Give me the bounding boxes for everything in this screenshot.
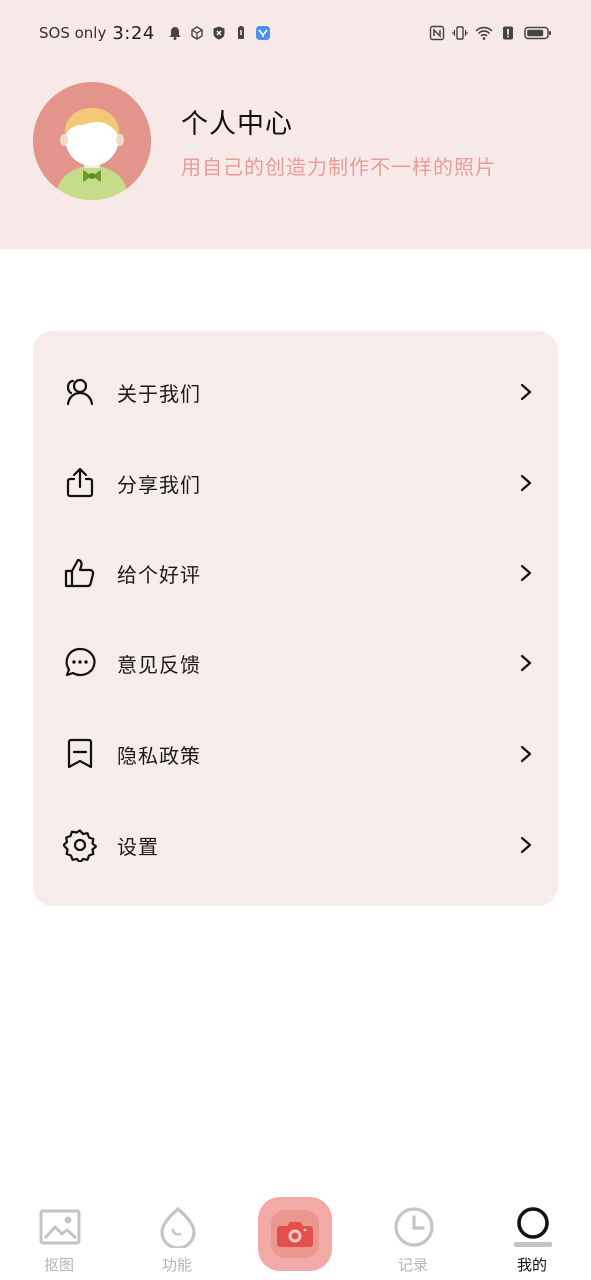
menu-item-label: 分享我们 [117, 472, 201, 497]
chevron-right-icon [520, 745, 532, 763]
page-title: 个人中心 [181, 109, 293, 140]
chevron-right-icon [520, 474, 532, 492]
menu-item-label: 隐私政策 [117, 743, 201, 768]
status-bar-left: SOS only 3:24 [39, 23, 271, 44]
profile-header: SOS only 3:24 个人中心 用自己的创造力制作不一样的照片 [0, 0, 591, 249]
tab-label: 记录 [397, 1256, 428, 1274]
menu-item-settings[interactable]: 设置 [33, 800, 558, 890]
menu-item-label: 关于我们 [117, 381, 201, 406]
tab-mine[interactable]: 我的 [473, 1190, 591, 1280]
status-bar-right [429, 25, 553, 41]
tab-label: 抠图 [43, 1256, 74, 1274]
chevron-right-icon [520, 836, 532, 854]
tab-features[interactable]: 功能 [118, 1190, 236, 1280]
profile-screen: SOS only 3:24 个人中心 用自己的创造力制作不一样的照片 关于我们 … [0, 0, 591, 1280]
tab-history[interactable]: 记录 [354, 1190, 472, 1280]
vibrate-icon [452, 26, 468, 40]
nfc-icon [429, 25, 445, 41]
clock-text: 3:24 [112, 22, 155, 44]
clock-icon [394, 1207, 434, 1247]
shield-x-icon [213, 26, 225, 40]
drop-icon [160, 1206, 196, 1248]
battery-icon [524, 26, 551, 40]
chevron-right-icon [520, 564, 532, 582]
menu-item-rate-us[interactable]: 给个好评 [33, 528, 558, 618]
bell-icon [169, 27, 181, 40]
thumbs-up-icon [64, 558, 95, 588]
chat-bubble-icon [65, 647, 96, 677]
tab-label: 功能 [161, 1256, 192, 1274]
chevron-right-icon [520, 654, 532, 672]
menu-item-privacy-policy[interactable]: 隐私政策 [33, 709, 558, 799]
camera-button[interactable] [258, 1197, 332, 1271]
avatar-illustration [33, 82, 151, 200]
profile-ring-icon [514, 1207, 552, 1247]
app-notification-icon [255, 26, 270, 40]
signal-alert-icon [503, 26, 513, 40]
share-icon [66, 467, 94, 498]
menu-card: 关于我们 分享我们 给个好评 意见反馈 隐私政策 设置 [33, 331, 558, 906]
avatar[interactable] [33, 82, 151, 200]
camera-icon [277, 1222, 313, 1247]
wifi-icon [475, 26, 493, 40]
page-subtitle: 用自己的创造力制作不一样的照片 [181, 155, 496, 179]
battery-saver-icon [237, 26, 244, 39]
users-icon [66, 378, 94, 406]
menu-item-about-us[interactable]: 关于我们 [33, 347, 558, 437]
status-bar: SOS only 3:24 [0, 18, 591, 48]
tab-cutout[interactable]: 抠图 [0, 1190, 118, 1280]
menu-item-label: 设置 [117, 834, 159, 859]
menu-item-share-us[interactable]: 分享我们 [33, 438, 558, 528]
image-icon [39, 1209, 81, 1245]
chevron-right-icon [520, 383, 532, 401]
cube-icon [191, 26, 203, 40]
menu-item-label: 给个好评 [117, 562, 201, 587]
camera-button-inner [271, 1210, 319, 1258]
menu-item-feedback[interactable]: 意见反馈 [33, 618, 558, 708]
bookmark-icon [67, 738, 93, 769]
tab-label: 我的 [516, 1256, 547, 1274]
gear-icon [63, 829, 97, 862]
carrier-text: SOS only [39, 24, 107, 42]
menu-item-label: 意见反馈 [117, 652, 201, 677]
